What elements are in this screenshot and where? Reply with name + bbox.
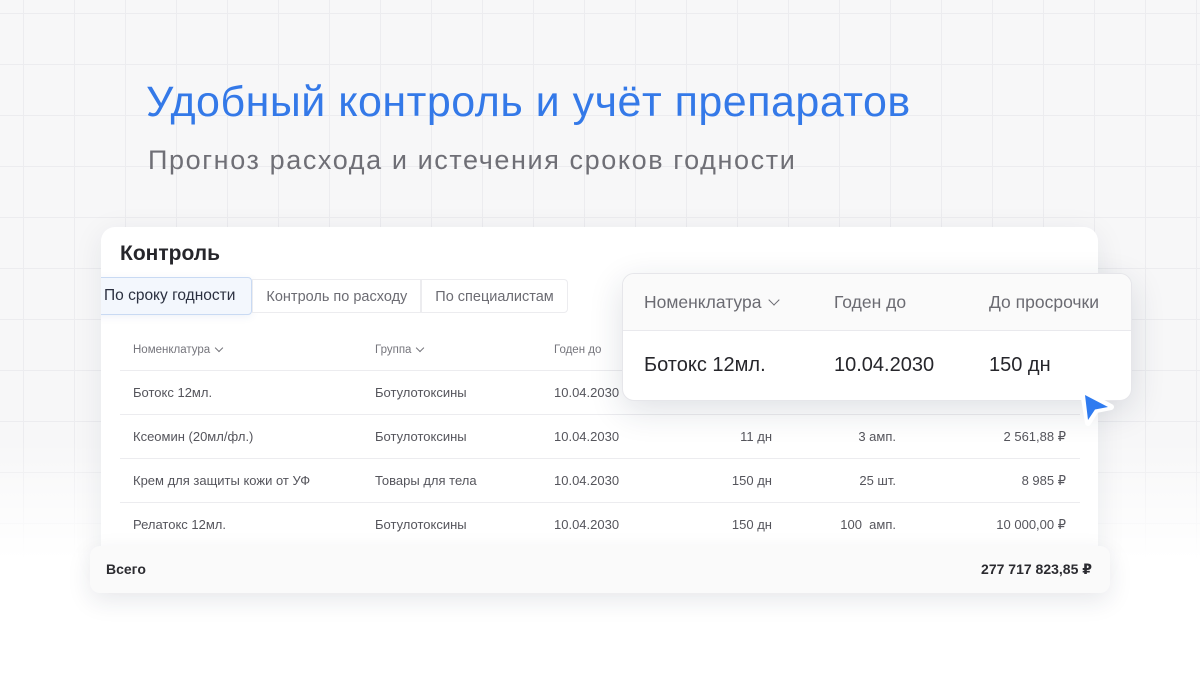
cell-days: 11 дн bbox=[740, 429, 772, 444]
popup-column-name[interactable]: Номенклатура bbox=[644, 292, 781, 313]
cell-date: 10.04.2030 bbox=[554, 517, 620, 532]
popup-cell-days: 150 дн bbox=[989, 354, 1051, 376]
cell-name: Ботокс 12мл. bbox=[133, 385, 213, 400]
chevron-down-icon bbox=[416, 343, 425, 353]
cell-group: Товары для тела bbox=[375, 473, 477, 488]
total-value: 277 717 823,85 ₽ bbox=[981, 561, 1092, 577]
cell-date: 10.04.2030 bbox=[554, 385, 620, 400]
column-header-date: Годен до bbox=[554, 344, 602, 356]
total-label: Всего bbox=[106, 561, 146, 577]
hero-subtitle: Прогноз расхода и истечения сроков годно… bbox=[148, 145, 797, 175]
cell-sum: 2 561,88 ₽ bbox=[1003, 429, 1067, 444]
cell-name: Крем для защиты кожи от УФ bbox=[133, 473, 311, 488]
column-header-label: Группа bbox=[375, 344, 412, 356]
cell-sum: 10 000,00 ₽ bbox=[996, 517, 1066, 532]
cursor-pointer-icon bbox=[1080, 389, 1114, 426]
cell-name: Ксеомин (20мл/фл.) bbox=[133, 429, 254, 444]
tab-expiry[interactable]: По сроку годности bbox=[101, 277, 253, 315]
popup-column-label: Номенклатура bbox=[644, 292, 762, 312]
cell-qty: 3 амп. bbox=[858, 429, 896, 444]
cell-name: Релатокс 12мл. bbox=[133, 517, 227, 532]
tab-consumption[interactable]: Контроль по расходу bbox=[252, 279, 422, 313]
table-row[interactable]: Релатокс 12мл. Ботулотоксины 10.04.2030 … bbox=[120, 503, 1080, 547]
popup-column-days: До просрочки bbox=[989, 292, 1099, 312]
cell-date: 10.04.2030 bbox=[554, 473, 620, 488]
zoom-popup-card: Номенклатура Годен до До просрочки Боток… bbox=[622, 273, 1132, 401]
table-row[interactable]: Крем для защиты кожи от УФ Товары для те… bbox=[120, 459, 1080, 503]
popup-cell-name: Ботокс 12мл. bbox=[644, 354, 766, 376]
cell-group: Ботулотоксины bbox=[375, 429, 467, 444]
table-row[interactable]: Ксеомин (20мл/фл.) Ботулотоксины 10.04.2… bbox=[120, 415, 1080, 459]
cell-qty: 25 шт. bbox=[859, 473, 896, 488]
column-header-label: Номенклатура bbox=[133, 344, 211, 356]
cell-days: 150 дн bbox=[731, 517, 772, 532]
tabs: По сроку годности Контроль по расходу По… bbox=[101, 277, 568, 315]
tab-specialists[interactable]: По специалистам bbox=[421, 279, 568, 313]
cell-days: 150 дн bbox=[731, 473, 772, 488]
popup-cell-date: 10.04.2030 bbox=[834, 354, 935, 376]
card-title: Контроль bbox=[120, 242, 220, 265]
cell-date: 10.04.2030 bbox=[554, 429, 620, 444]
hero-title: Удобный контроль и учёт препаратов bbox=[146, 78, 911, 126]
popup-column-date: Годен до bbox=[834, 292, 907, 312]
column-header-name[interactable]: Номенклатура bbox=[133, 343, 224, 356]
popup-header: Номенклатура Годен до До просрочки bbox=[623, 274, 1131, 331]
column-header-group[interactable]: Группа bbox=[375, 343, 425, 356]
cell-group: Ботулотоксины bbox=[375, 385, 467, 400]
cell-qty: 100 амп. bbox=[840, 517, 896, 532]
chevron-down-icon bbox=[768, 294, 781, 306]
total-bar: Всего 277 717 823,85 ₽ bbox=[90, 546, 1110, 593]
cell-group: Ботулотоксины bbox=[375, 517, 467, 532]
chevron-down-icon bbox=[214, 343, 224, 353]
cell-sum: 8 985 ₽ bbox=[1021, 473, 1066, 488]
